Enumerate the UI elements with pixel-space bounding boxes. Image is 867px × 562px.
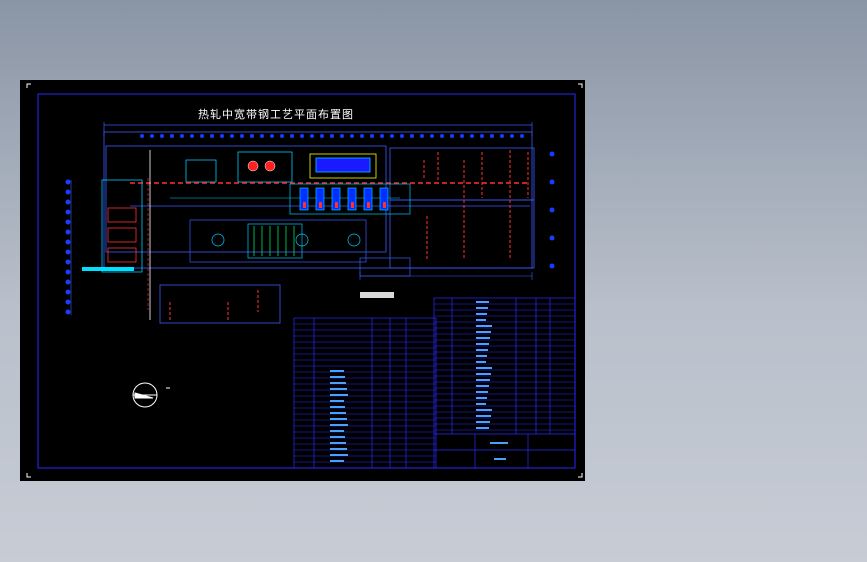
table-cell-mark [476,313,487,315]
table-cell-mark [330,424,348,426]
table-cell-mark [476,421,490,423]
table-cell-mark [476,337,490,339]
table-cell-mark [330,460,344,462]
table-cell-mark [476,301,489,303]
sheet-background [20,80,585,481]
table-cell-mark [476,409,492,411]
table-cell-mark [476,307,488,309]
table-cell-mark [476,391,488,393]
table-cell-mark [476,367,492,369]
cad-viewport[interactable]: 热轧中宽带钢工艺平面布置图 [0,0,867,562]
table-cell-mark [330,394,348,396]
table-cell-mark [476,379,490,381]
drawing-title: 热轧中宽带钢工艺平面布置图 [198,108,354,121]
table-cell-mark [330,400,344,402]
table-cell-mark [330,442,346,444]
table-cell-mark [476,397,487,399]
table-cell-mark [330,376,345,378]
table-cell-mark [330,370,344,372]
table-cell-mark [476,343,489,345]
table-cell-mark [476,415,491,417]
table-cell-mark [476,373,491,375]
table-cell-mark [330,430,344,432]
table-cell-mark [330,418,347,420]
cyan-conveyor [82,267,134,271]
table-cell-mark [330,382,346,384]
table-cell-mark [476,427,489,429]
table-cell-mark [476,325,492,327]
table-cell-mark [476,331,491,333]
section-label [360,292,394,298]
table-cell-mark [330,448,347,450]
table-cell-mark [330,388,347,390]
table-cell-mark [476,319,486,321]
table-cell-mark [330,406,345,408]
table-cell-mark [476,355,487,357]
table-cell-mark [330,412,346,414]
table-cell-mark [330,454,348,456]
table-cell-mark [476,385,489,387]
drawing-sheet [20,80,585,481]
table-cell-mark [330,436,345,438]
table-cell-mark [476,403,486,405]
table-cell-mark [476,349,488,351]
table-cell-mark [476,361,486,363]
